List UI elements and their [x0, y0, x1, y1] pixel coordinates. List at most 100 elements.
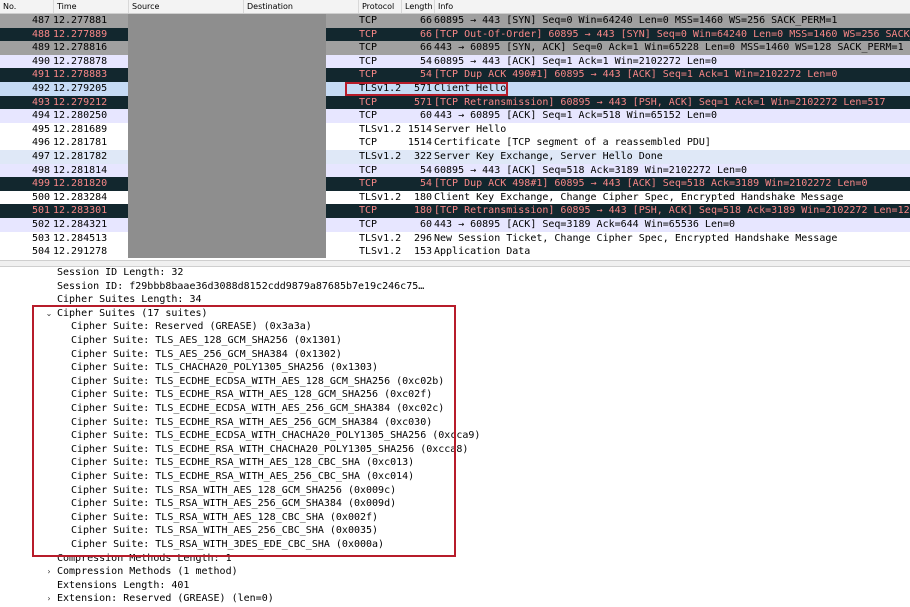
- packet-time: 12.284513: [53, 232, 108, 244]
- detail-tree-item[interactable]: Session ID Length: 32: [0, 266, 910, 280]
- packet-length: 180: [413, 191, 432, 203]
- packet-info: Application Data: [434, 246, 531, 258]
- packet-info: [TCP Retransmission] 60895 → 443 [PSH, A…: [434, 96, 886, 108]
- packet-length: 66: [419, 15, 432, 26]
- packet-protocol: TCP: [359, 55, 378, 67]
- packet-number: 496: [31, 137, 50, 149]
- packet-time: 12.283301: [53, 205, 108, 217]
- packet-time: 12.284321: [53, 219, 108, 230]
- packet-protocol: TLSv1.2: [359, 151, 402, 162]
- packet-length: 153: [413, 246, 432, 258]
- packet-info: Server Key Exchange, Server Hello Done: [434, 151, 663, 162]
- packet-info: Server Hello: [434, 123, 507, 135]
- packet-length: 54: [419, 164, 432, 176]
- column-header-no[interactable]: No.: [0, 0, 53, 13]
- packet-length: 66: [419, 42, 432, 54]
- column-header-destination[interactable]: Destination: [243, 0, 358, 13]
- packet-length: 322: [413, 151, 432, 162]
- packet-number: 491: [31, 69, 50, 81]
- column-header-source[interactable]: Source: [128, 0, 243, 13]
- packet-length: 54: [419, 55, 432, 67]
- packet-number: 495: [31, 123, 50, 135]
- packet-info: 443 → 60895 [SYN, ACK] Seq=0 Ack=1 Win=6…: [434, 42, 904, 54]
- packet-info: [TCP Out-Of-Order] 60895 → 443 [SYN] Seq…: [434, 28, 910, 40]
- packet-time: 12.281689: [53, 123, 108, 135]
- packet-number: 494: [31, 110, 50, 122]
- packet-protocol: TLSv1.2: [359, 246, 402, 258]
- packet-time: 12.279205: [53, 83, 108, 94]
- packet-protocol: TLSv1.2: [359, 191, 402, 203]
- packet-protocol: TCP: [359, 69, 378, 81]
- packet-time: 12.291278: [53, 246, 108, 258]
- packet-protocol: TCP: [359, 164, 378, 176]
- packet-length: 60: [419, 110, 432, 122]
- packet-info: New Session Ticket, Change Cipher Spec, …: [434, 232, 838, 244]
- tree-collapsed-chevron-icon[interactable]: ›: [44, 592, 54, 606]
- packet-length: 1514: [407, 123, 432, 135]
- packet-time: 12.281820: [53, 178, 108, 190]
- packet-length: 54: [419, 69, 432, 81]
- packet-time: 12.281814: [53, 164, 108, 176]
- packet-length: 54: [419, 178, 432, 190]
- packet-number: 488: [31, 28, 50, 40]
- packet-number: 498: [31, 164, 50, 176]
- packet-number: 493: [31, 96, 50, 108]
- packet-protocol: TCP: [359, 137, 378, 149]
- packet-time: 12.278816: [53, 42, 108, 54]
- detail-tree-text: Session ID: f29bbb8baae36d3088d8152cdd98…: [57, 280, 425, 292]
- packet-protocol: TCP: [359, 205, 378, 217]
- redacted-address-block: [128, 14, 326, 258]
- client-hello-highlight-box: [345, 82, 508, 96]
- packet-number: 497: [31, 151, 50, 162]
- packet-time: 12.277889: [53, 28, 108, 40]
- packet-protocol: TCP: [359, 178, 378, 190]
- packet-number: 487: [31, 15, 50, 26]
- packet-number: 504: [31, 246, 50, 258]
- column-header-time[interactable]: Time: [53, 0, 128, 13]
- packet-length: 66: [419, 28, 432, 40]
- column-header-info[interactable]: Info: [434, 0, 910, 13]
- packet-list-header: No. Time Source Destination Protocol Len…: [0, 0, 910, 14]
- packet-protocol: TCP: [359, 219, 378, 230]
- detail-tree-text: Session ID Length: 32: [57, 267, 184, 278]
- packet-number: 500: [31, 191, 50, 203]
- detail-tree-text: Extension: Reserved (GREASE) (len=0): [57, 593, 274, 605]
- packet-time: 12.281781: [53, 137, 108, 149]
- column-header-protocol[interactable]: Protocol: [358, 0, 401, 13]
- packet-info: 60895 → 443 [ACK] Seq=518 Ack=3189 Win=2…: [434, 164, 748, 176]
- packet-protocol: TCP: [359, 15, 378, 26]
- packet-info: [TCP Retransmission] 60895 → 443 [PSH, A…: [434, 205, 910, 217]
- packet-time: 12.277881: [53, 15, 108, 26]
- packet-info: 443 → 60895 [ACK] Seq=3189 Ack=644 Win=6…: [434, 219, 736, 230]
- packet-info: [TCP Dup ACK 490#1] 60895 → 443 [ACK] Se…: [434, 69, 838, 81]
- packet-protocol: TLSv1.2: [359, 123, 402, 135]
- packet-time: 12.279212: [53, 96, 108, 108]
- packet-length: 296: [413, 232, 432, 244]
- packet-info: Certificate [TCP segment of a reassemble…: [434, 137, 711, 149]
- packet-number: 501: [31, 205, 50, 217]
- packet-number: 503: [31, 232, 50, 244]
- packet-number: 502: [31, 219, 50, 230]
- detail-tree-text: Compression Methods (1 method): [57, 566, 238, 578]
- packet-protocol: TCP: [359, 42, 378, 54]
- packet-info: 60895 → 443 [ACK] Seq=1 Ack=1 Win=210227…: [434, 55, 717, 67]
- packet-length: 571: [413, 96, 432, 108]
- detail-tree-item[interactable]: Extensions Length: 401: [0, 579, 910, 593]
- detail-tree-item[interactable]: Session ID: f29bbb8baae36d3088d8152cdd98…: [0, 280, 910, 294]
- packet-time: 12.283284: [53, 191, 108, 203]
- packet-protocol: TCP: [359, 28, 378, 40]
- packet-number: 492: [31, 83, 50, 94]
- packet-time: 12.280250: [53, 110, 108, 122]
- packet-number: 499: [31, 178, 50, 190]
- packet-info: 443 → 60895 [ACK] Seq=1 Ack=518 Win=6515…: [434, 110, 717, 122]
- detail-tree-item[interactable]: › Extension: Reserved (GREASE) (len=0): [0, 592, 910, 606]
- column-header-length[interactable]: Length: [401, 0, 434, 13]
- tree-collapsed-chevron-icon[interactable]: ›: [44, 565, 54, 579]
- packet-info: [TCP Dup ACK 498#1] 60895 → 443 [ACK] Se…: [434, 178, 868, 190]
- packet-time: 12.278878: [53, 55, 108, 67]
- packet-number: 489: [31, 42, 50, 54]
- packet-time: 12.278883: [53, 69, 108, 81]
- packet-info: 60895 → 443 [SYN] Seq=0 Win=64240 Len=0 …: [434, 15, 838, 26]
- packet-length: 1514: [407, 137, 432, 149]
- detail-tree-item[interactable]: › Compression Methods (1 method): [0, 565, 910, 579]
